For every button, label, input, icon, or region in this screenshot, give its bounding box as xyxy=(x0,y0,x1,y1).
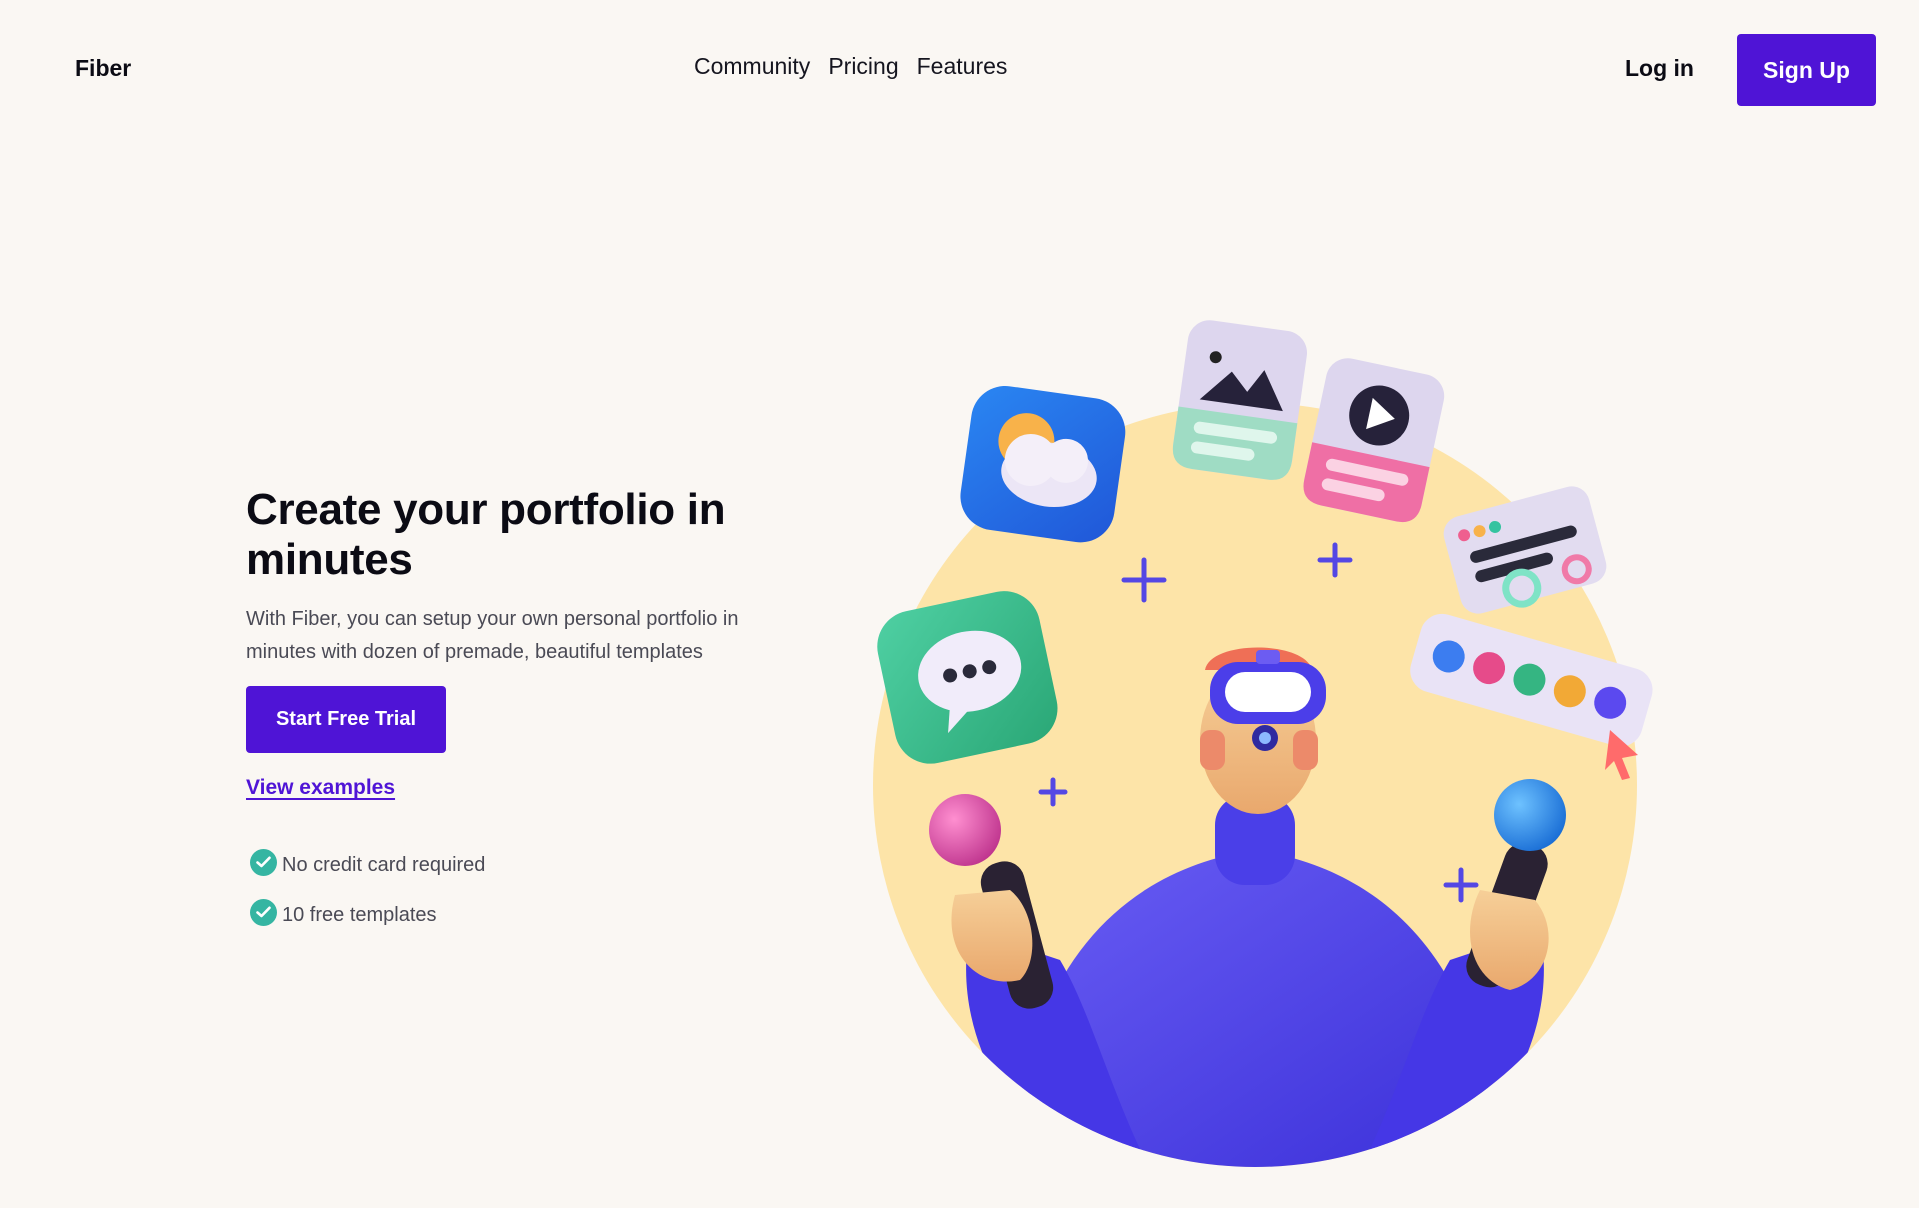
hero-text: Create your portfolio in minutes With Fi… xyxy=(246,485,806,669)
hero-title-line-2: minutes xyxy=(246,535,413,584)
top-navigation: Fiber Community Pricing Features Log in … xyxy=(0,0,1919,140)
feature-text: No credit card required xyxy=(282,853,486,876)
hero-illustration-svg xyxy=(873,320,1653,1167)
brand-logo[interactable]: Fiber xyxy=(75,55,131,82)
nav-links: Community Pricing Features xyxy=(694,53,1007,80)
nav-link-features[interactable]: Features xyxy=(917,53,1008,80)
check-circle-icon xyxy=(250,898,277,926)
nav-link-pricing[interactable]: Pricing xyxy=(828,53,898,80)
hero-subtitle-line-1: With Fiber, you can setup your own perso… xyxy=(246,608,739,630)
signup-button[interactable]: Sign Up xyxy=(1737,34,1876,106)
feature-item: 10 free templates xyxy=(250,890,485,940)
hero-title: Create your portfolio in minutes xyxy=(246,485,806,585)
login-link[interactable]: Log in xyxy=(1625,55,1694,82)
nav-link-community[interactable]: Community xyxy=(694,53,810,80)
feature-list: No credit card required 10 free template… xyxy=(250,840,485,940)
start-free-trial-button[interactable]: Start Free Trial xyxy=(246,686,446,753)
hero-illustration xyxy=(860,310,1660,1170)
feature-item: No credit card required xyxy=(250,840,485,890)
hero-subtitle-line-2: minutes with dozen of premade, beautiful… xyxy=(246,641,703,663)
hero-title-line-1: Create your portfolio in xyxy=(246,485,726,534)
feature-text: 10 free templates xyxy=(282,903,437,926)
view-examples-link[interactable]: View examples xyxy=(246,776,395,800)
check-circle-icon xyxy=(250,848,277,876)
weather-cloud-icon xyxy=(960,385,1126,543)
image-card-icon xyxy=(1172,320,1308,480)
hero-subtitle: With Fiber, you can setup your own perso… xyxy=(246,603,806,669)
